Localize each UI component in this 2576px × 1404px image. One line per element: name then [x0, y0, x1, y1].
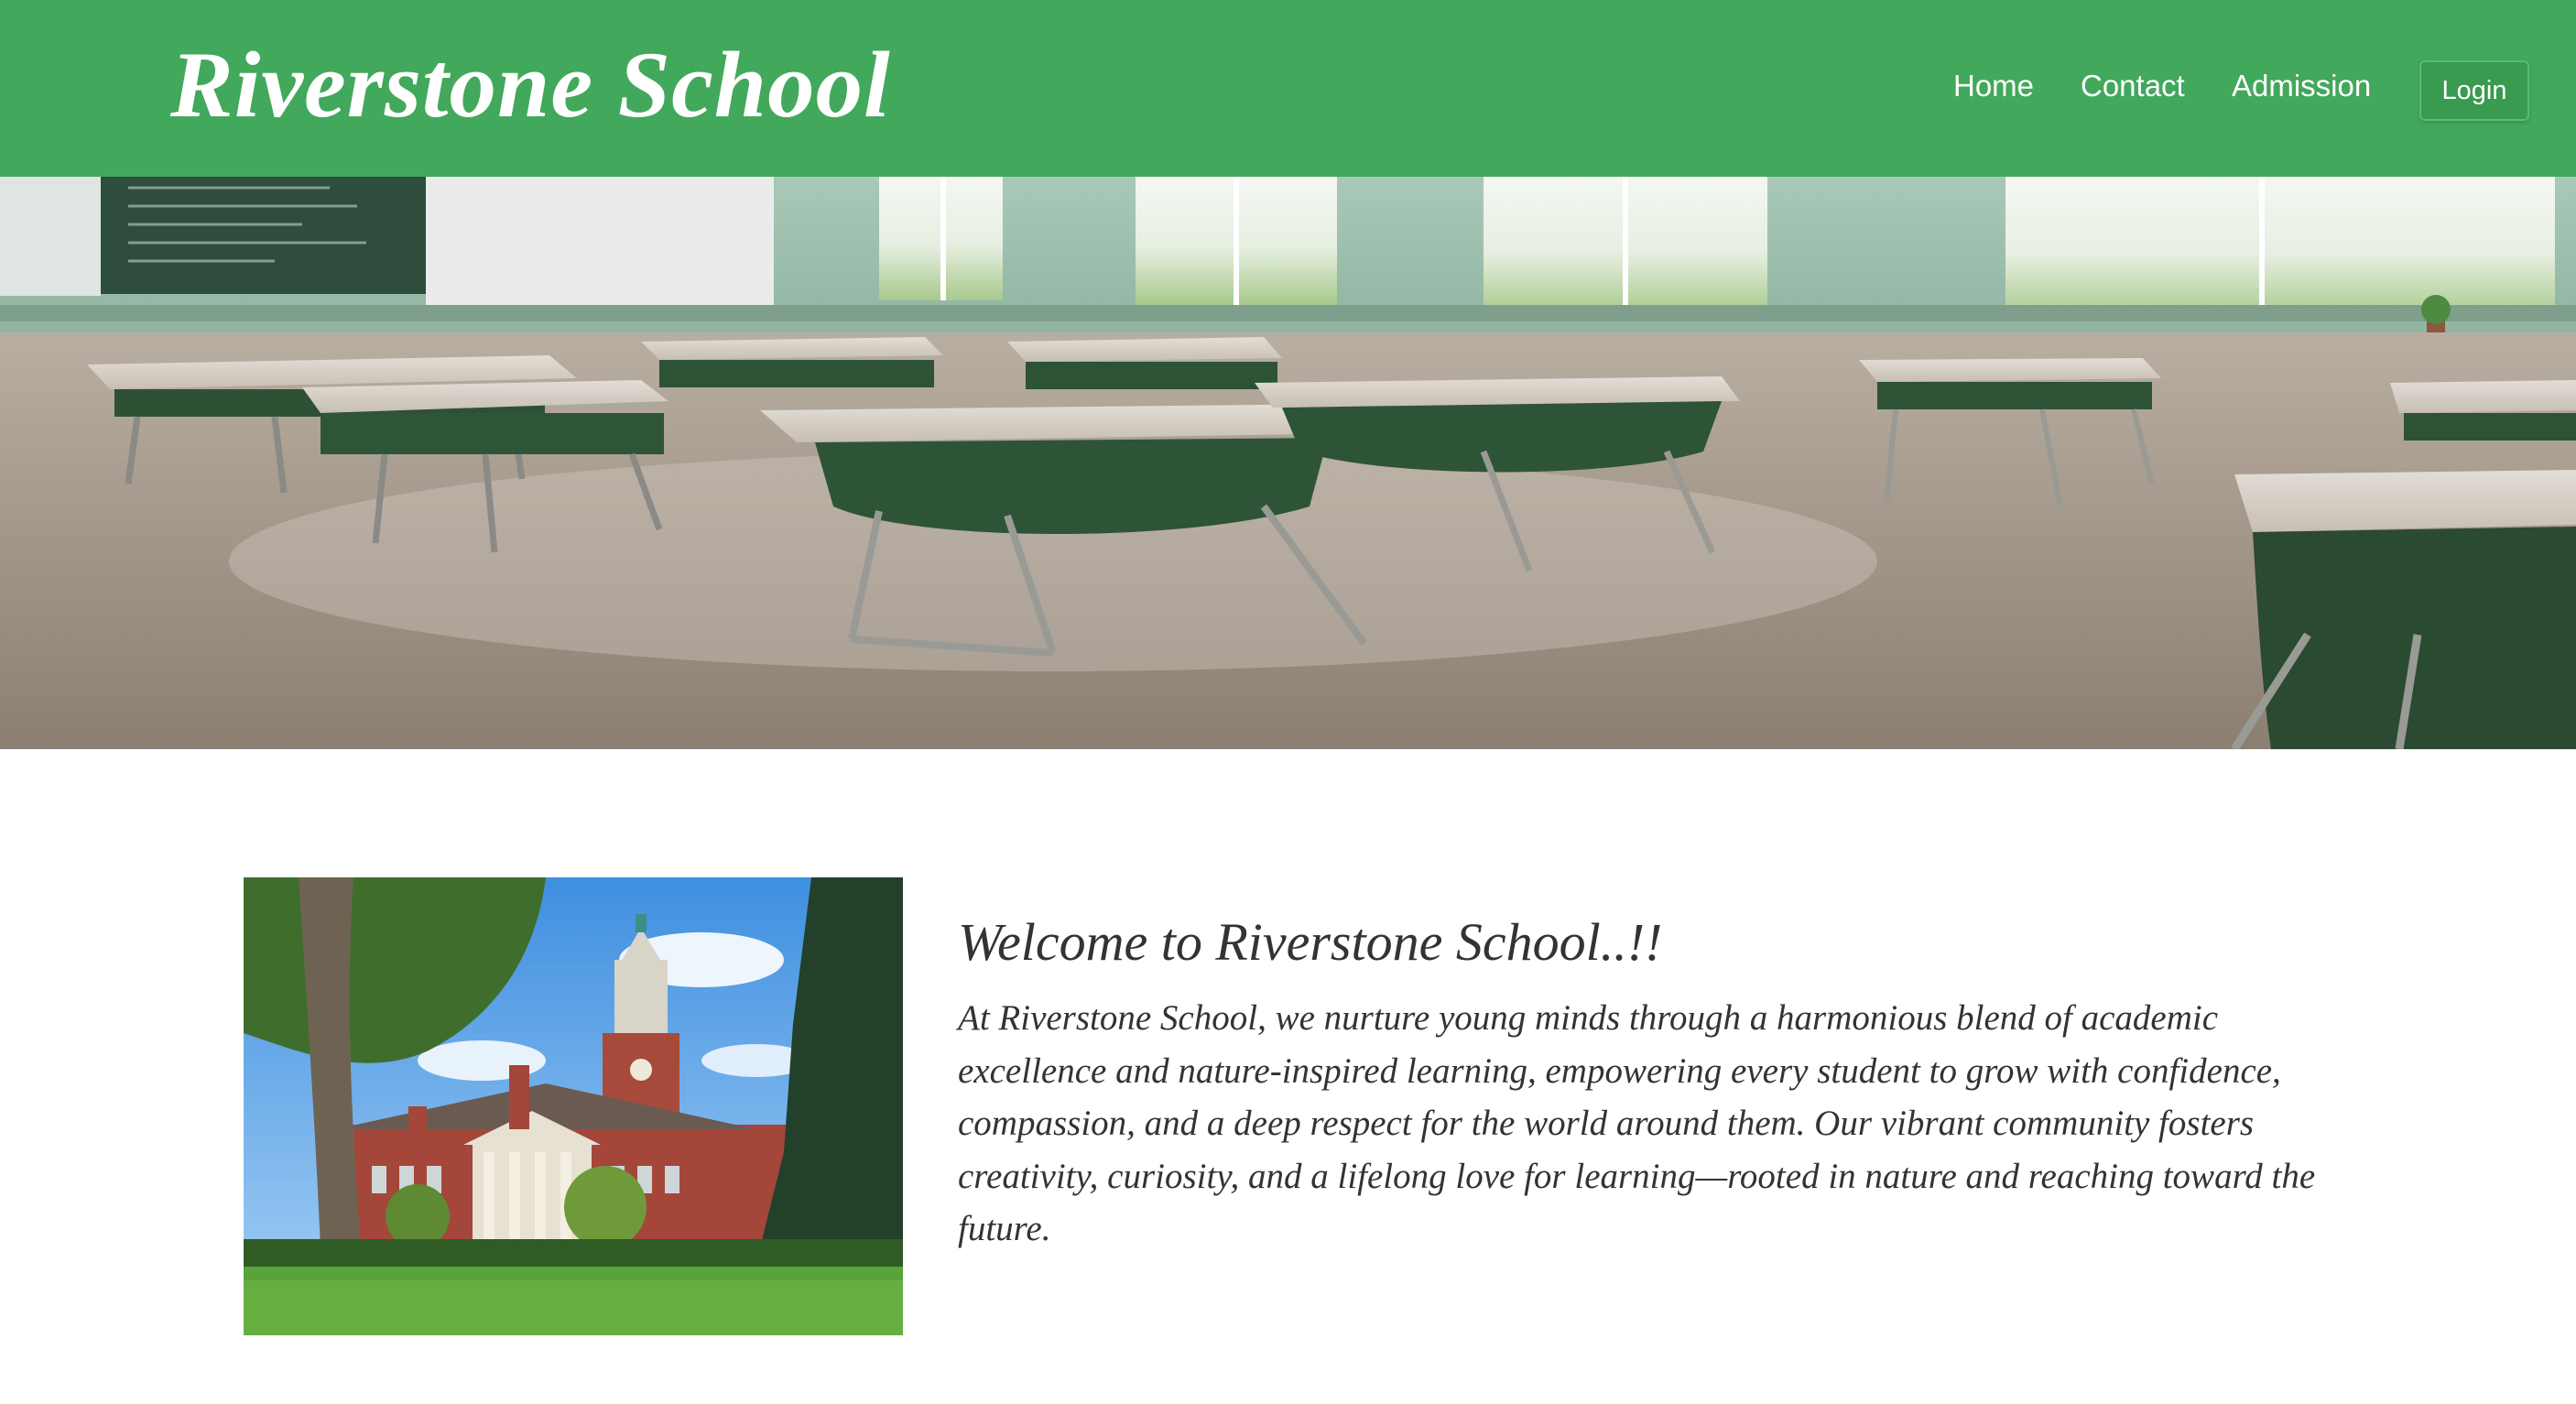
intro-paragraph: At Riverstone School, we nurture young m… — [958, 998, 2316, 1248]
hero-classroom-image — [0, 177, 2576, 749]
nav-link-home[interactable]: Home — [1953, 57, 2034, 115]
site-header: Riverstone School Home Contact Admission… — [0, 0, 2576, 177]
site-title: Riverstone School — [170, 33, 891, 137]
campus-building-photo — [244, 877, 903, 1335]
login-button[interactable]: Login — [2419, 60, 2529, 121]
nav-link-contact[interactable]: Contact — [2081, 57, 2185, 115]
welcome-heading: Welcome to Riverstone School..!! — [958, 912, 1663, 972]
nav-link-admission[interactable]: Admission — [2232, 57, 2371, 115]
